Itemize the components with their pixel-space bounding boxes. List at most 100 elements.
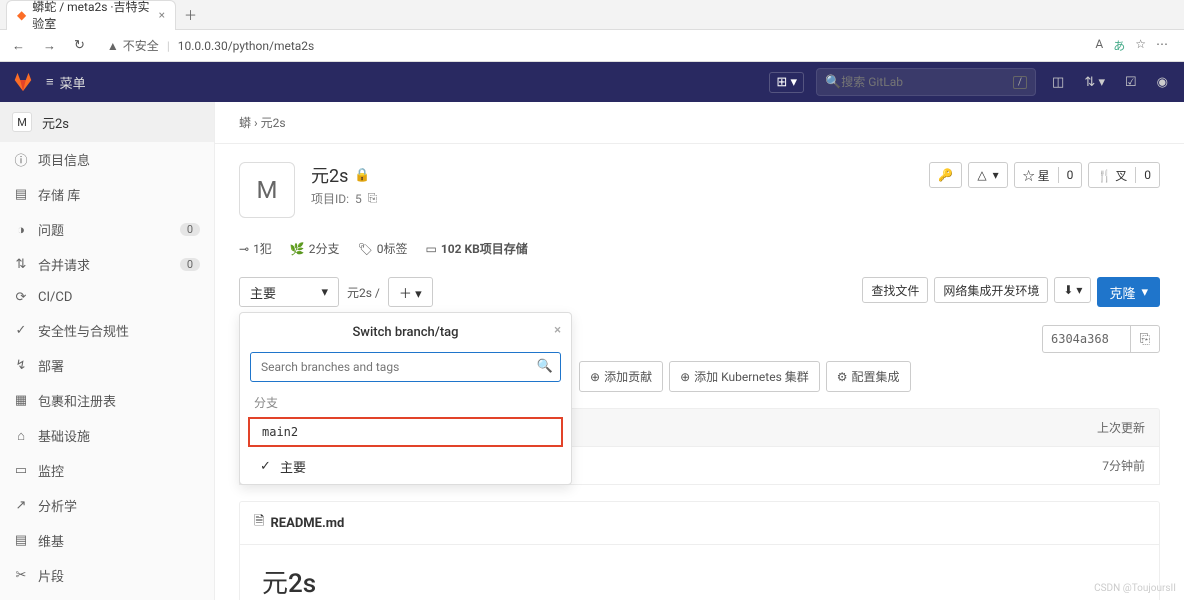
copy-hash-button[interactable]: ⎘ <box>1130 325 1160 353</box>
more-icon[interactable]: ⋯ <box>1156 37 1168 54</box>
shield-icon: ✓ <box>14 323 28 338</box>
stat-branches[interactable]: 🌿 2分支 <box>290 240 340 257</box>
create-dropdown[interactable]: ⊞ ▾ <box>769 72 804 93</box>
sidebar-item-settings[interactable]: ⚙设置 <box>0 593 214 600</box>
branch-item-main2[interactable]: main2 <box>248 417 563 447</box>
back-button[interactable]: ← <box>8 38 29 54</box>
gitlab-favicon: ◆ <box>17 8 26 22</box>
issues-icon[interactable]: ◫ <box>1048 75 1068 90</box>
notification-dropdown[interactable]: △ ▾ <box>968 162 1007 188</box>
menu-toggle[interactable]: ≡ 菜单 <box>46 73 86 92</box>
translate-icon[interactable]: あ <box>1113 37 1125 54</box>
project-avatar: M <box>239 162 295 218</box>
breadcrumb: 蟒 › 元2s <box>215 102 1184 144</box>
infra-icon: ⌂ <box>14 428 28 444</box>
merge-requests-icon[interactable]: ⇅ ▾ <box>1080 75 1109 90</box>
ssh-key-button[interactable]: 🔑 <box>929 162 962 188</box>
insecure-badge: ▲ 不安全 <box>107 37 159 54</box>
sidebar-item-issues[interactable]: ◑问题0 <box>0 212 214 247</box>
favorite-icon[interactable]: ☆ <box>1135 37 1146 54</box>
browser-tab[interactable]: ◆ 蟒蛇 / meta2s ·吉特实验室 × <box>6 0 176 30</box>
mr-icon: ⇅ <box>14 257 28 272</box>
todos-icon[interactable]: ☑ <box>1121 75 1141 90</box>
star-button[interactable]: ☆ 星0 <box>1014 162 1083 188</box>
clone-button[interactable]: 克隆 ▾ <box>1097 277 1160 307</box>
add-contributing-button[interactable]: ⊕添加贡献 <box>579 361 663 392</box>
sidebar-item-cicd[interactable]: ⟳CI/CD <box>0 282 214 313</box>
url-text: 10.0.0.30/python/meta2s <box>178 39 315 53</box>
sidebar-item-monitoring[interactable]: ▭监控 <box>0 453 214 488</box>
sidebar-project-tile[interactable]: M 元2s <box>0 102 214 142</box>
sidebar-item-snippets[interactable]: ✂片段 <box>0 558 214 593</box>
web-ide-button[interactable]: 网络集成开发环境 <box>934 277 1048 303</box>
mr-count-badge: 0 <box>180 258 200 271</box>
sidebar-item-security[interactable]: ✓安全性与合规性 <box>0 313 214 348</box>
close-icon[interactable]: × <box>554 323 561 338</box>
project-avatar-small: M <box>12 112 32 132</box>
main-content: 蟒 › 元2s M 元2s 🔒 项目ID: 5 ⎘ 🔑 △ ▾ ☆ 星0 <box>215 102 1184 600</box>
project-title: 元2s 🔒 <box>311 162 377 188</box>
gitlab-topbar: ≡ 菜单 ⊞ ▾ 🔍 / ◫ ⇅ ▾ ☑ ◉ <box>0 62 1184 102</box>
user-menu[interactable]: ◉ <box>1153 75 1172 90</box>
branch-dropdown[interactable]: 主要▾ <box>239 277 339 307</box>
column-last-update: 上次更新 <box>1097 419 1145 436</box>
sidebar-item-analytics[interactable]: ↗分析学 <box>0 488 214 523</box>
gitlab-logo[interactable] <box>12 71 34 93</box>
breadcrumb-parent[interactable]: 蟒 <box>239 116 251 130</box>
font-size-icon[interactable]: A <box>1095 37 1103 54</box>
project-sidebar: M 元2s ⓘ项目信息 ▤存储 库 ◑问题0 ⇅合并请求0 ⟳CI/CD ✓安全… <box>0 102 215 600</box>
packages-icon: ▦ <box>14 393 28 408</box>
project-name-label: 元2s <box>42 113 69 132</box>
download-dropdown[interactable]: ⬇ ▾ <box>1054 277 1091 303</box>
reload-button[interactable]: ↻ <box>70 38 89 53</box>
branch-switcher-panel: Switch branch/tag × 🔍 分支 main2 ✓主要 <box>239 312 572 485</box>
branch-switcher-title: Switch branch/tag × <box>240 313 571 352</box>
project-id-value: 5 <box>355 192 362 206</box>
sidebar-item-infrastructure[interactable]: ⌂基础设施 <box>0 418 214 453</box>
sidebar-item-wiki[interactable]: ▤维基 <box>0 523 214 558</box>
sidebar-item-deploy[interactable]: ↯部署 <box>0 348 214 383</box>
path-crumb[interactable]: 元2s / <box>347 284 380 301</box>
commit-hash[interactable] <box>1042 325 1130 353</box>
readme-title: 元2s <box>262 563 1137 600</box>
sidebar-item-repository[interactable]: ▤存储 库 <box>0 177 214 212</box>
close-tab-icon[interactable]: × <box>159 8 165 22</box>
add-kubernetes-button[interactable]: ⊕添加 Kubernetes 集群 <box>669 361 820 392</box>
chevron-down-icon: ▾ <box>321 285 328 300</box>
stat-storage[interactable]: ▭ 102 KB项目存储 <box>426 240 528 257</box>
commit-hash-box: ⎘ <box>1042 325 1160 353</box>
forward-button[interactable]: → <box>39 38 60 54</box>
check-icon: ✓ <box>260 459 272 474</box>
search-input[interactable] <box>841 75 1013 89</box>
new-tab-button[interactable]: ＋ <box>176 5 205 24</box>
lock-icon: 🔒 <box>354 168 370 183</box>
fork-button[interactable]: 🍴 叉0 <box>1088 162 1160 188</box>
address-bar[interactable]: ▲ 不安全 | 10.0.0.30/python/meta2s <box>99 37 1085 54</box>
monitor-icon: ▭ <box>14 463 28 478</box>
document-icon: 🗎 <box>254 512 264 534</box>
configure-integrations-button[interactable]: ⚙配置集成 <box>826 361 911 392</box>
stat-tags[interactable]: 🏷 0标签 <box>358 240 408 257</box>
watermark: CSDN @ToujoursII <box>1094 583 1176 594</box>
sidebar-item-packages[interactable]: ▦包裹和注册表 <box>0 383 214 418</box>
project-header: M 元2s 🔒 项目ID: 5 ⎘ 🔑 △ ▾ ☆ 星0 🍴 叉0 <box>215 144 1184 236</box>
global-search[interactable]: 🔍 / <box>816 68 1036 96</box>
sidebar-item-merge-requests[interactable]: ⇅合并请求0 <box>0 247 214 282</box>
readme-panel: 🗎 README.md 元2s 开始 为了便于您开始使用 GitLab，下面列出… <box>239 501 1160 600</box>
sidebar-item-project-info[interactable]: ⓘ项目信息 <box>0 142 214 177</box>
branches-section-label: 分支 <box>240 390 571 415</box>
repo-controls: 主要▾ 元2s / ＋ ▾ 查找文件 网络集成开发环境 ⬇ ▾ 克隆 ▾ <box>215 269 1184 315</box>
branch-search-input[interactable] <box>250 352 561 382</box>
project-id-label: 项目ID: <box>311 190 349 207</box>
tab-title: 蟒蛇 / meta2s ·吉特实验室 <box>32 0 152 32</box>
deploy-icon: ↯ <box>14 358 28 373</box>
analytics-icon: ↗ <box>14 498 28 513</box>
add-file-dropdown[interactable]: ＋ ▾ <box>388 277 433 307</box>
stat-commits[interactable]: ⊸ 1犯 <box>239 240 272 257</box>
branch-item-default[interactable]: ✓主要 <box>240 449 571 484</box>
find-file-button[interactable]: 查找文件 <box>862 277 928 303</box>
project-actions-row: ⊕添加贡献 ⊕添加 Kubernetes 集群 ⚙配置集成 <box>555 353 1184 400</box>
issues-count-badge: 0 <box>180 223 200 236</box>
search-shortcut: / <box>1013 76 1027 89</box>
copy-id-icon[interactable]: ⎘ <box>368 191 378 206</box>
